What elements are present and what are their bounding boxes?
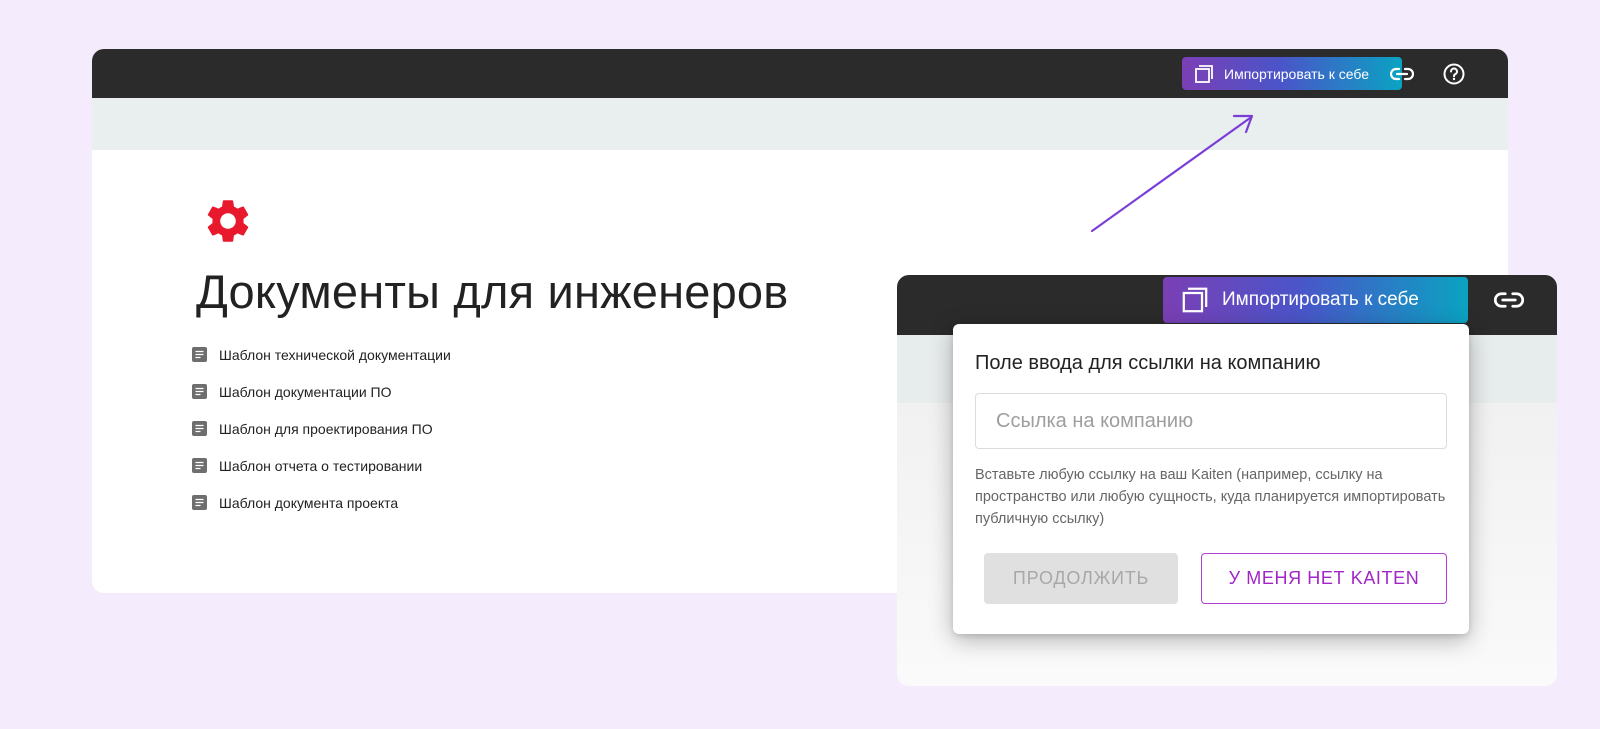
popup-hint: Вставьте любую ссылку на ваш Kaiten (нап… xyxy=(975,467,1446,527)
sub-toolbar xyxy=(92,98,1508,150)
link-icon xyxy=(1494,292,1524,308)
copy-icon xyxy=(1182,287,1208,313)
company-link-input[interactable] xyxy=(975,393,1447,449)
top-toolbar: Импортировать к себе xyxy=(92,49,1508,98)
popup-title: Поле ввода для ссылки на компанию xyxy=(975,352,1321,374)
help-button[interactable] xyxy=(1441,61,1467,87)
import-button-zoomed[interactable]: Импортировать к себе xyxy=(1163,277,1468,323)
document-title: Шаблон для проектирования ПО xyxy=(219,420,433,437)
document-list-item[interactable]: Шаблон документации ПО xyxy=(192,373,451,410)
document-icon xyxy=(192,384,207,399)
copy-icon xyxy=(1195,64,1213,83)
import-button-label: Импортировать к себе xyxy=(1224,65,1369,82)
document-icon xyxy=(192,421,207,436)
document-list-item[interactable]: Шаблон для проектирования ПО xyxy=(192,410,451,447)
document-icon xyxy=(192,458,207,473)
document-list: Шаблон технической документации Шаблон д… xyxy=(192,336,451,521)
company-link-popup: Поле ввода для ссылки на компанию Вставь… xyxy=(953,324,1469,634)
import-button-label: Импортировать к себе xyxy=(1222,289,1419,310)
document-title: Шаблон технической документации xyxy=(219,346,451,363)
help-circle-icon xyxy=(1443,63,1465,85)
document-title: Шаблон документа проекта xyxy=(219,494,399,511)
no-kaiten-button[interactable]: У МЕНЯ НЕТ KAITEN xyxy=(1201,553,1447,604)
document-list-item[interactable]: Шаблон технической документации xyxy=(192,336,451,373)
link-icon xyxy=(1390,67,1414,81)
import-button[interactable]: Импортировать к себе xyxy=(1182,57,1402,90)
copy-link-button[interactable] xyxy=(1389,61,1415,87)
continue-button[interactable]: ПРОДОЛЖИТЬ xyxy=(984,553,1178,604)
document-list-item[interactable]: Шаблон отчета о тестировании xyxy=(192,447,451,484)
document-title: Шаблон отчета о тестировании xyxy=(219,457,423,474)
document-icon xyxy=(192,495,207,510)
gear-icon xyxy=(207,200,249,242)
copy-link-button-zoomed[interactable] xyxy=(1492,285,1526,315)
document-title: Шаблон документации ПО xyxy=(219,383,392,400)
page-title: Документы для инженеров xyxy=(196,265,789,318)
document-icon xyxy=(192,347,207,362)
document-list-item[interactable]: Шаблон документа проекта xyxy=(192,484,451,521)
